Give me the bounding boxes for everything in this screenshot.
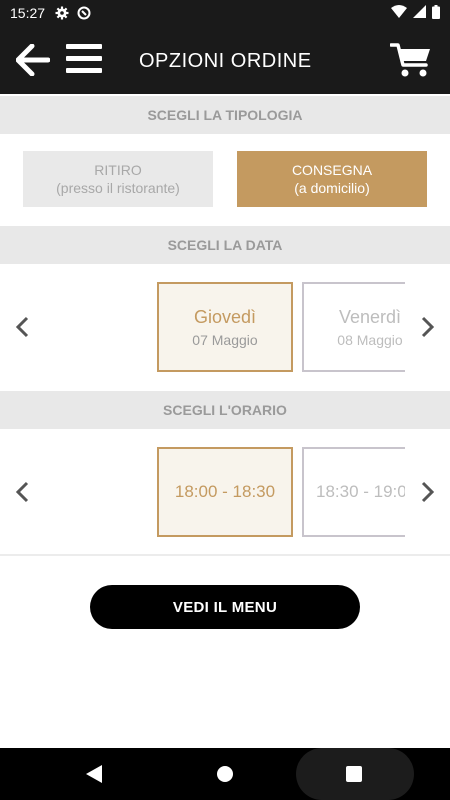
consegna-option-button[interactable]: CONSEGNA (a domicilio) — [237, 151, 427, 207]
status-bar: 15:27 — [0, 0, 450, 26]
view-menu-button[interactable]: VEDI IL MENU — [90, 585, 360, 629]
date-card[interactable]: Venerdì 08 Maggio — [302, 282, 405, 372]
time-carousel[interactable]: 18:00 - 18:30 18:30 - 19:00 — [157, 447, 405, 537]
time-slot[interactable]: 18:30 - 19:00 — [302, 447, 405, 537]
time-section-header: SCEGLI L'ORARIO — [0, 391, 450, 429]
consegna-sublabel: (a domicilio) — [294, 180, 370, 196]
signal-icon — [413, 5, 426, 21]
page-title: OPZIONI ORDINE — [139, 50, 312, 72]
time-slot-selected[interactable]: 18:00 - 18:30 — [157, 447, 293, 537]
battery-icon — [432, 4, 440, 22]
divider — [0, 554, 450, 556]
ritiro-label: RITIRO — [94, 162, 142, 178]
ritiro-option-button[interactable]: RITIRO (presso il ristorante) — [23, 151, 213, 207]
back-arrow-icon[interactable] — [15, 43, 51, 77]
consegna-label: CONSEGNA — [291, 162, 373, 178]
date-card-day: Venerdì — [338, 306, 402, 327]
date-next-chevron-icon[interactable] — [416, 264, 440, 390]
vpn-icon — [77, 6, 91, 20]
wifi-icon — [391, 5, 407, 21]
nav-home-icon[interactable] — [217, 766, 233, 782]
date-card-date: 08 Maggio — [337, 331, 403, 348]
date-prev-chevron-icon[interactable] — [10, 264, 34, 390]
type-section-header: SCEGLI LA TIPOLOGIA — [0, 96, 450, 134]
cart-icon[interactable] — [389, 42, 432, 78]
system-nav-bar — [0, 748, 450, 800]
hamburger-menu-icon[interactable] — [66, 44, 102, 74]
nav-recents-icon[interactable] — [346, 766, 362, 782]
app-header: OPZIONI ORDINE — [0, 26, 450, 94]
time-slot-label: 18:30 - 19:00 — [316, 482, 405, 501]
date-carousel[interactable]: Giovedì 07 Maggio Venerdì 08 Maggio — [157, 282, 405, 372]
date-card-date: 07 Maggio — [192, 331, 258, 348]
time-next-chevron-icon[interactable] — [416, 429, 440, 555]
ritiro-sublabel: (presso il ristorante) — [56, 180, 180, 196]
date-card-day: Giovedì — [193, 306, 257, 327]
nav-back-icon[interactable] — [86, 765, 102, 788]
time-slot-label: 18:00 - 18:30 — [174, 482, 276, 501]
date-section-header: SCEGLI LA DATA — [0, 226, 450, 264]
date-picker-row: Giovedì 07 Maggio Venerdì 08 Maggio — [0, 264, 450, 390]
date-card-selected[interactable]: Giovedì 07 Maggio — [157, 282, 293, 372]
gear-icon — [55, 6, 69, 20]
status-time: 15:27 — [10, 5, 46, 21]
time-picker-row: 18:00 - 18:30 18:30 - 19:00 — [0, 429, 450, 555]
time-prev-chevron-icon[interactable] — [10, 429, 34, 555]
